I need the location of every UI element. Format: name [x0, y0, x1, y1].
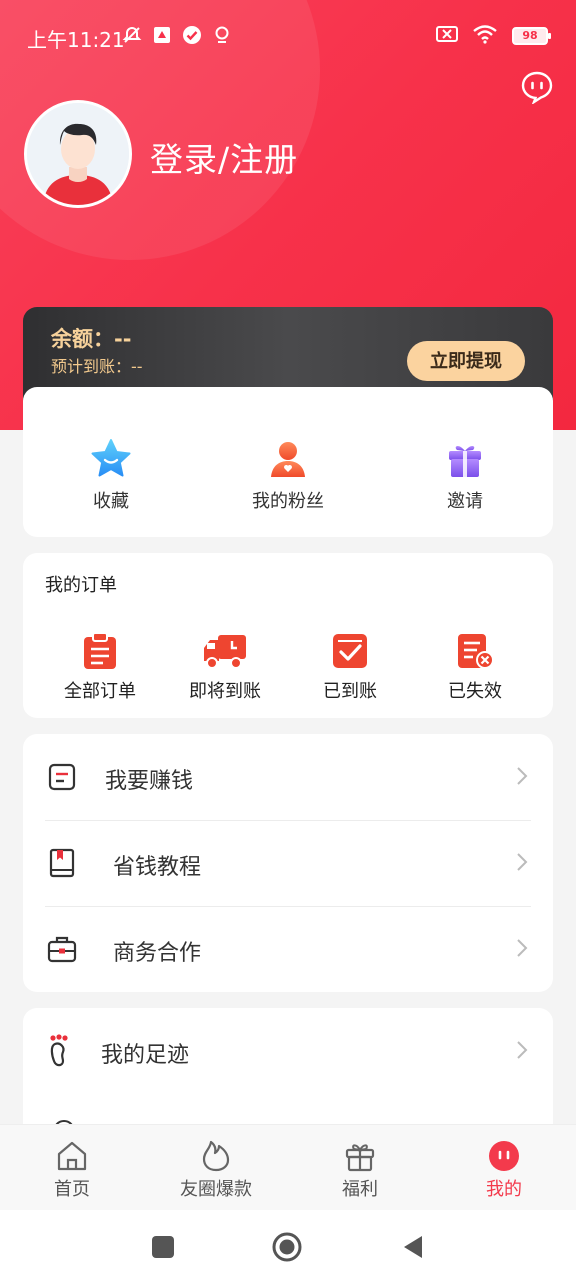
my-orders-card: 我的订单 全部订单 即将到账 已到账 已失效: [23, 553, 553, 718]
profile-face-icon: [487, 1139, 521, 1173]
battery-icon: 98: [512, 27, 551, 45]
orders-title: 我的订单: [45, 575, 117, 596]
order-label: 已失效: [448, 681, 502, 702]
menu-item-label: 省钱教程: [113, 855, 202, 880]
order-pending[interactable]: 即将到账: [165, 631, 285, 703]
quick-item-label: 邀请: [447, 491, 483, 512]
tab-label: 福利: [342, 1179, 378, 1200]
order-arrived[interactable]: 已到账: [290, 631, 410, 703]
system-navigation-bar: [0, 1210, 576, 1280]
quick-item-label: 我的粉丝: [252, 491, 324, 512]
status-bar: 上午11:21 98: [0, 0, 576, 72]
menu-item-tutorial[interactable]: 省钱教程: [23, 820, 553, 906]
footprint-icon: [47, 1034, 77, 1067]
quick-actions-card: 收藏 我的粉丝 邀请: [23, 387, 553, 537]
menu-item-earn-money[interactable]: 我要赚钱: [23, 734, 553, 820]
tab-home[interactable]: 首页: [22, 1139, 122, 1201]
tab-label: 友圈爆款: [180, 1179, 252, 1200]
avatar[interactable]: [24, 100, 132, 208]
status-left-icons: [122, 25, 232, 45]
menu-item-label: 我的足迹: [101, 1043, 190, 1068]
sim-off-icon: [436, 25, 458, 47]
star-icon: [89, 437, 133, 481]
expected-arrival-label: 预计到账：--: [51, 357, 143, 376]
chevron-right-icon: [515, 1039, 529, 1061]
notifications-off-icon: [122, 25, 142, 45]
expired-list-icon: [455, 631, 495, 671]
quick-item-label: 收藏: [93, 491, 129, 512]
order-label: 即将到账: [189, 681, 261, 702]
default-avatar-icon: [27, 103, 129, 205]
order-all[interactable]: 全部订单: [40, 631, 160, 703]
tab-hot-items[interactable]: 友圈爆款: [166, 1139, 266, 1201]
location-icon: [212, 25, 232, 45]
menu-item-label: 我要赚钱: [105, 769, 194, 794]
flame-icon: [199, 1139, 233, 1173]
briefcase-icon: [47, 934, 77, 964]
delivery-truck-icon: [202, 631, 248, 671]
withdraw-button[interactable]: 立即提现: [407, 341, 525, 381]
status-right-icons: 98: [436, 24, 551, 48]
chevron-right-icon: [515, 765, 529, 787]
tab-label: 首页: [54, 1179, 90, 1200]
back-button[interactable]: [398, 1232, 428, 1262]
tab-welfare[interactable]: 福利: [310, 1139, 410, 1201]
login-register-link[interactable]: 登录/注册: [150, 133, 298, 181]
order-expired[interactable]: 已失效: [415, 631, 535, 703]
balance-label: 余额：--: [51, 327, 132, 351]
tab-mine[interactable]: 我的: [454, 1139, 554, 1201]
order-label: 全部订单: [64, 681, 136, 702]
clipboard-list-icon: [80, 631, 120, 671]
gift-box-icon: [343, 1139, 377, 1173]
menu-item-label: 商务合作: [113, 941, 202, 966]
order-label: 已到账: [323, 681, 377, 702]
tab-label: 我的: [486, 1179, 522, 1200]
message-button[interactable]: [520, 70, 554, 105]
bottom-tab-bar: 首页 友圈爆款 福利 我的: [0, 1124, 576, 1210]
quick-item-favorites[interactable]: 收藏: [31, 437, 191, 513]
menu-item-business[interactable]: 商务合作: [23, 906, 553, 992]
home-icon: [55, 1139, 89, 1173]
chevron-right-icon: [515, 851, 529, 873]
checked-box-icon: [330, 631, 370, 671]
profile-page: 上午11:21 98 登录/注册 余额：-- 预计到账：-- 立即提现 收藏 我…: [0, 0, 576, 1280]
status-time: 上午11:21: [27, 28, 125, 52]
message-bubble-icon: [521, 71, 553, 105]
menu-item-footprint[interactable]: 我的足迹: [23, 1008, 553, 1094]
recent-apps-button[interactable]: [148, 1232, 178, 1262]
profile-header: 上午11:21 98 登录/注册 余额：-- 预计到账：-- 立即提现: [0, 0, 576, 430]
menu-card: 我要赚钱 省钱教程 商务合作: [23, 734, 553, 992]
gift-icon: [443, 437, 487, 481]
wifi-icon: [472, 24, 498, 48]
fans-icon: [266, 437, 310, 481]
earn-note-icon: [47, 762, 77, 792]
home-button[interactable]: [272, 1232, 302, 1262]
quick-item-fans[interactable]: 我的粉丝: [208, 437, 368, 513]
app-notification-icon: [152, 25, 172, 45]
quick-item-invite[interactable]: 邀请: [385, 437, 545, 513]
check-badge-icon: [182, 25, 202, 45]
chevron-right-icon: [515, 937, 529, 959]
book-icon: [47, 848, 77, 878]
